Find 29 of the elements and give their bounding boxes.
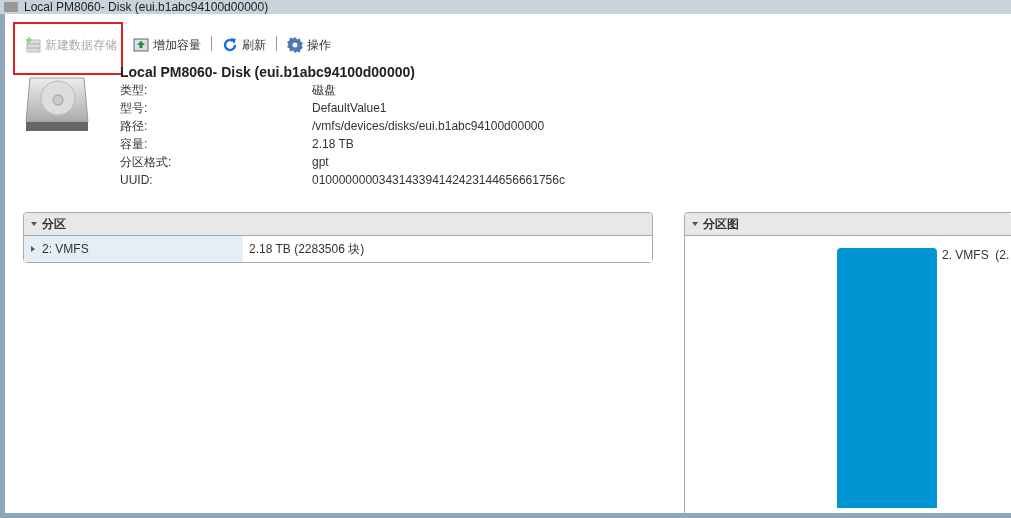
property-value: gpt	[312, 154, 330, 170]
property-label: UUID:	[120, 172, 154, 188]
upload-drive-icon	[133, 37, 149, 53]
property-label: 分区格式:	[120, 154, 173, 170]
hard-drive-icon	[24, 76, 90, 132]
property-value: 磁盘	[312, 82, 337, 98]
refresh-icon	[222, 37, 238, 53]
panel-title: 分区图	[703, 215, 739, 233]
property-label: 容量:	[120, 136, 149, 152]
table-cell[interactable]: 2: VMFS	[24, 236, 243, 262]
collapse-icon[interactable]	[692, 221, 698, 227]
expand-icon[interactable]	[30, 246, 36, 252]
partition-label: 2. VMFS (2.	[942, 248, 1010, 264]
panel-title: 分区	[42, 215, 66, 233]
property-value: /vmfs/devices/disks/eui.b1abc94100d00000	[312, 118, 546, 134]
collapse-icon[interactable]	[31, 221, 37, 227]
window-title: Local PM8060- Disk (eui.b1abc94100d00000)	[24, 0, 269, 14]
property-value: 0100000000343143394142423144656661756c	[312, 172, 565, 188]
property-label: 类型:	[120, 82, 149, 98]
toolbar-button[interactable]: 操作	[281, 36, 337, 54]
database-add-icon	[25, 37, 41, 53]
toolbar-button[interactable]: 增加容量	[127, 36, 207, 54]
disk-name: Local PM8060- Disk (eui.b1abc94100d00000)	[120, 64, 416, 80]
property-label: 路径:	[120, 118, 149, 134]
toolbar-button[interactable]: 刷新	[216, 36, 272, 54]
property-label: 型号:	[120, 100, 149, 116]
property-value: 2.18 TB	[312, 136, 355, 152]
gear-icon	[287, 37, 303, 53]
property-value: DefaultValue1	[312, 100, 388, 116]
